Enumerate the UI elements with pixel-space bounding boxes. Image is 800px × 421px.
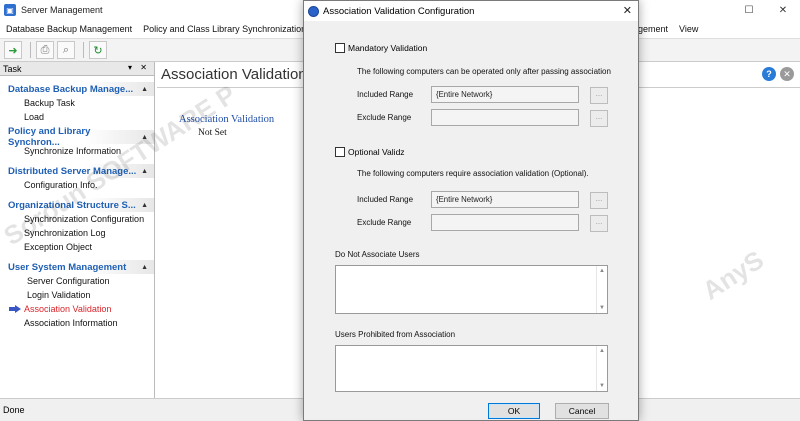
- task-panel-header: Task ▾ ✕: [0, 62, 154, 76]
- mandatory-description: The following computers can be operated …: [357, 67, 611, 76]
- mandatory-validation-checkbox[interactable]: Mandatory Validation: [335, 43, 427, 53]
- cancel-button[interactable]: Cancel: [555, 403, 609, 419]
- association-validation-dialog: Association Validation Configuration ✕ M…: [303, 0, 639, 421]
- do-not-associate-list[interactable]: ▲ ▼: [335, 265, 608, 314]
- scroll-up-icon[interactable]: ▲: [599, 348, 605, 354]
- close-icon[interactable]: ✕: [766, 0, 800, 20]
- scroll-down-icon[interactable]: ▼: [599, 383, 605, 389]
- selected-arrow-icon: [9, 305, 21, 313]
- page-title: Association Validation: [161, 66, 307, 83]
- menu-database-backup[interactable]: Database Backup Management: [6, 24, 132, 34]
- prohibited-users-label: Users Prohibited from Association: [335, 330, 456, 339]
- menubar-right: gement View: [638, 20, 709, 38]
- optional-exclude-field[interactable]: [431, 214, 579, 231]
- optional-exclude-browse-button[interactable]: ...: [590, 215, 608, 232]
- mandatory-included-field[interactable]: {Entire Network}: [431, 86, 579, 103]
- group-user-system: User System Management ▲ Server Configura…: [0, 260, 154, 330]
- task-item-synchronize-information[interactable]: Synchronize Information: [0, 144, 154, 158]
- toolbar-separator: [30, 42, 31, 58]
- prohibited-users-list[interactable]: ▲ ▼: [335, 345, 608, 392]
- mandatory-exclude-browse-button[interactable]: ...: [590, 110, 608, 127]
- menu-policy-sync[interactable]: Policy and Class Library Synchronization…: [143, 24, 321, 34]
- task-item-server-configuration[interactable]: Server Configuration: [0, 274, 154, 288]
- menu-view[interactable]: View: [679, 24, 698, 34]
- optional-included-field[interactable]: {Entire Network}: [431, 191, 579, 208]
- collapse-arrow-icon[interactable]: ▲: [141, 86, 148, 93]
- mandatory-exclude-label: Exclude Range: [357, 113, 412, 122]
- mandatory-included-browse-button[interactable]: ...: [590, 87, 608, 104]
- optional-exclude-label: Exclude Range: [357, 218, 412, 227]
- optional-description: The following computers require associat…: [357, 169, 589, 178]
- group-title[interactable]: Policy and Library Synchron... ▲: [0, 126, 154, 148]
- app-title: Server Management: [21, 5, 103, 15]
- collapse-arrow-icon[interactable]: ▲: [141, 202, 148, 209]
- task-item-configuration-info[interactable]: Configuration Info.: [0, 178, 154, 192]
- status-text: Done: [3, 405, 25, 415]
- group-title[interactable]: Organizational Structure S... ▲: [0, 198, 154, 212]
- optional-included-label: Included Range: [357, 195, 414, 204]
- help-icon[interactable]: ?: [762, 67, 776, 81]
- print-icon[interactable]: ⎙: [36, 41, 54, 59]
- task-item-synchronization-configuration[interactable]: Synchronization Configuration: [0, 212, 154, 226]
- window-controls: ☐ ✕: [732, 0, 800, 20]
- mandatory-exclude-field[interactable]: [431, 109, 579, 126]
- dialog-close-icon[interactable]: ✕: [623, 4, 632, 17]
- checkbox-box[interactable]: [335, 43, 345, 53]
- scrollbar[interactable]: ▲ ▼: [596, 266, 607, 313]
- refresh-icon[interactable]: ↻: [89, 41, 107, 59]
- dialog-title: Association Validation Configuration: [323, 5, 475, 17]
- collapse-arrow-icon[interactable]: ▲: [141, 134, 148, 141]
- do-not-associate-label: Do Not Associate Users: [335, 250, 420, 259]
- scrollbar[interactable]: ▲ ▼: [596, 346, 607, 391]
- group-title[interactable]: User System Management ▲: [0, 260, 154, 274]
- dialog-titlebar: Association Validation Configuration ✕: [304, 1, 638, 21]
- close-panel-icon[interactable]: ✕: [780, 67, 794, 81]
- maximize-icon[interactable]: ☐: [732, 0, 766, 20]
- mandatory-included-label: Included Range: [357, 90, 414, 99]
- ok-button[interactable]: OK: [488, 403, 540, 419]
- collapse-arrow-icon[interactable]: ▲: [141, 168, 148, 175]
- task-item-exception-object[interactable]: Exception Object: [0, 240, 154, 254]
- mandatory-validation-label: Mandatory Validation: [348, 43, 428, 53]
- association-validation-link[interactable]: Association Validation: [179, 114, 274, 125]
- task-item-association-information[interactable]: Association Information: [0, 316, 154, 330]
- task-item-association-validation[interactable]: Association Validation: [0, 302, 154, 316]
- optional-validation-checkbox[interactable]: Optional Validz: [335, 147, 405, 157]
- toolbar-separator: [83, 42, 84, 58]
- task-item-backup-task[interactable]: Backup Task: [0, 96, 154, 110]
- scroll-up-icon[interactable]: ▲: [599, 268, 605, 274]
- optional-included-browse-button[interactable]: ...: [590, 192, 608, 209]
- group-title[interactable]: Database Backup Manage... ▲: [0, 82, 154, 96]
- task-item-load[interactable]: Load: [0, 110, 154, 124]
- group-title[interactable]: Distributed Server Manage... ▲: [0, 164, 154, 178]
- import-icon[interactable]: ➜: [4, 41, 22, 59]
- print-preview-icon[interactable]: ⌕: [57, 41, 75, 59]
- group-database-backup: Database Backup Manage... ▲ Backup Task L…: [0, 82, 154, 124]
- task-item-synchronization-log[interactable]: Synchronization Log: [0, 226, 154, 240]
- menu-management[interactable]: gement: [638, 24, 668, 34]
- task-panel: Task ▾ ✕ Database Backup Manage... ▲ Back…: [0, 62, 155, 398]
- shield-icon: [308, 5, 319, 17]
- group-distributed-server: Distributed Server Manage... ▲ Configurat…: [0, 164, 154, 192]
- collapse-arrow-icon[interactable]: ▲: [141, 264, 148, 271]
- checkbox-box[interactable]: [335, 147, 345, 157]
- app-logo-icon: ▣: [4, 4, 16, 16]
- task-panel-title: Task: [3, 63, 22, 74]
- association-validation-value: Not Set: [198, 128, 227, 138]
- header-icons: ? ✕: [758, 67, 794, 81]
- group-policy-library: Policy and Library Synchron... ▲ Synchron…: [0, 126, 154, 158]
- scroll-down-icon[interactable]: ▼: [599, 305, 605, 311]
- group-organizational-structure: Organizational Structure S... ▲ Synchroni…: [0, 198, 154, 254]
- task-panel-controls[interactable]: ▾ ✕: [128, 63, 150, 72]
- optional-validation-label: Optional Validz: [348, 147, 405, 157]
- task-item-login-validation[interactable]: Login Validation: [0, 288, 154, 302]
